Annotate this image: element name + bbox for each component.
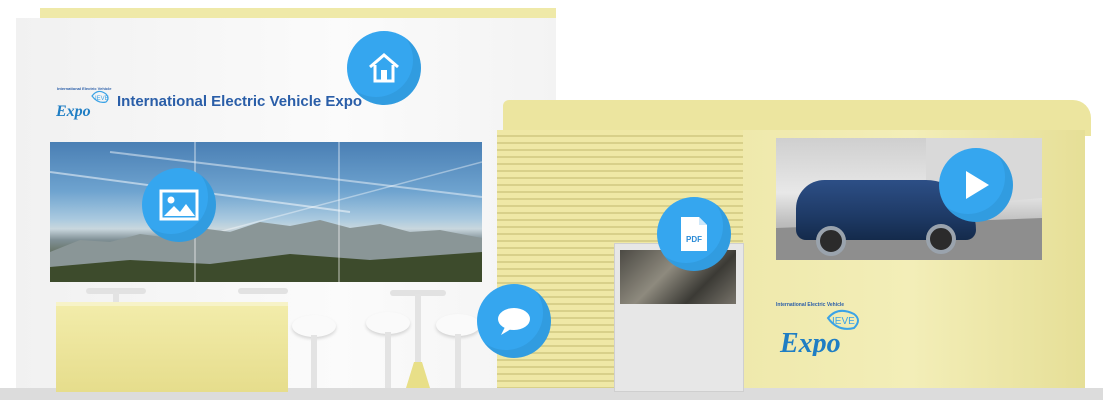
expo-logo-small: International Electric Vehicle IEVE Expo	[56, 86, 112, 120]
home-hotspot[interactable]	[347, 31, 421, 105]
top-trim-strip	[40, 8, 556, 18]
landscape-display	[50, 142, 482, 282]
home-icon	[369, 53, 399, 83]
car-wheel	[926, 224, 956, 254]
svg-text:International Electric Vehicle: International Electric Vehicle	[776, 302, 844, 308]
svg-text:Expo: Expo	[56, 103, 91, 120]
image-hotspot[interactable]	[142, 168, 216, 242]
pdf-icon: PDF	[681, 217, 707, 251]
svg-text:PDF: PDF	[686, 235, 702, 244]
expo-logo-large: International Electric Vehicle IEVE Expo	[776, 302, 859, 356]
svg-text:IEVE: IEVE	[95, 96, 109, 102]
stool-leg	[455, 334, 461, 388]
high-table-leg	[415, 294, 421, 364]
play-hotspot[interactable]	[939, 148, 1013, 222]
chat-hotspot[interactable]	[477, 284, 551, 358]
high-table-base	[406, 362, 430, 388]
stool	[366, 312, 410, 334]
chat-icon	[498, 308, 530, 335]
image-icon	[159, 189, 199, 221]
play-icon	[966, 171, 989, 199]
svg-text:International Electric Vehicle: International Electric Vehicle	[57, 86, 112, 91]
stool-leg	[385, 332, 391, 388]
pdf-hotspot[interactable]: PDF	[657, 197, 731, 271]
table-top-center	[238, 288, 288, 294]
svg-text:IEVE: IEVE	[832, 316, 855, 327]
expo-title: International Electric Vehicle Expo	[117, 93, 363, 110]
stool	[436, 314, 480, 336]
stool-leg	[311, 335, 317, 388]
svg-text:Expo: Expo	[779, 328, 841, 356]
car-wheel	[816, 226, 846, 256]
reception-counter	[56, 302, 288, 392]
stool	[292, 315, 336, 337]
